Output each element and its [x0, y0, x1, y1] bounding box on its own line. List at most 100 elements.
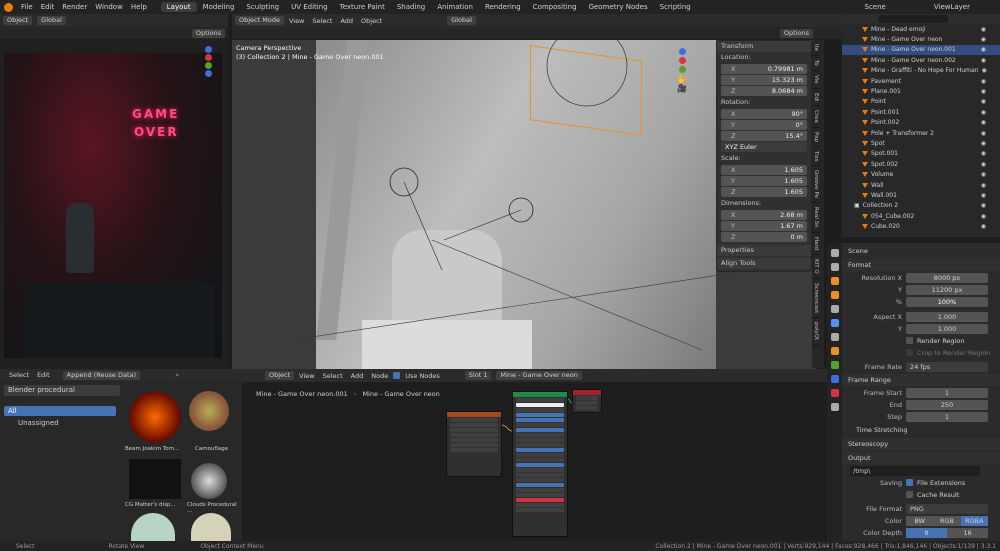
catalog-all[interactable]: All [4, 406, 116, 416]
format-panel-header[interactable]: Format [842, 259, 1000, 271]
outliner-item[interactable]: Volume ◉ [842, 169, 1000, 179]
transform-header[interactable]: Transform [717, 41, 811, 52]
view-layer-selector[interactable]: ViewLayer [934, 3, 970, 11]
outliner-item[interactable]: Spot ◉ [842, 138, 1000, 148]
visibility-eye-icon[interactable]: ◉ [981, 150, 986, 157]
visibility-eye-icon[interactable]: ◉ [981, 182, 986, 189]
asset-search-icon[interactable]: ⌕ [175, 371, 179, 380]
visibility-eye-icon[interactable]: ◉ [982, 67, 987, 74]
viewport-menu-add[interactable]: Add [340, 17, 353, 25]
sidebar-tab[interactable]: To [812, 56, 820, 71]
menu-edit[interactable]: Edit [41, 3, 55, 11]
asset-menu-select[interactable]: Select [9, 371, 29, 379]
outliner-item[interactable]: Mine - Graffiti - No Hope For Human ◉ [842, 66, 1000, 76]
crop-region-checkbox[interactable] [906, 349, 913, 356]
sidebar-tab[interactable]: Real Sn [812, 203, 820, 233]
sidebar-tab[interactable]: Pap [812, 128, 820, 147]
res-x-field[interactable]: 8000 px [906, 272, 988, 283]
frame-range-panel-header[interactable]: Frame Range [842, 374, 1000, 386]
outliner-item[interactable]: 054_Cube.002 ◉ [842, 211, 1000, 221]
location-y-field[interactable]: Y 15.323 m [721, 75, 807, 85]
location-x-field[interactable]: X 0.79981 m [721, 64, 807, 74]
shader-node-editor[interactable]: Object View Select Add Node Use Nodes Slot … [242, 369, 827, 541]
properties-tab-icon[interactable] [830, 263, 839, 271]
menu-help[interactable]: Help [131, 3, 147, 11]
visibility-eye-icon[interactable]: ◉ [981, 57, 986, 64]
sidebar-tab[interactable]: Tiss [812, 147, 820, 167]
outliner-item[interactable]: Mine - Game Over neon ◉ [842, 34, 1000, 44]
outliner-item[interactable]: Pavement ◉ [842, 76, 1000, 86]
sidebar-tab[interactable]: Ite [812, 40, 820, 57]
scale-y-field[interactable]: Y 1.605 [721, 176, 807, 186]
asset-thumb-cgmatter[interactable] [129, 459, 181, 499]
properties-tab-icon[interactable] [830, 375, 839, 383]
visibility-eye-icon[interactable]: ◉ [981, 98, 986, 105]
menu-file[interactable]: File [21, 3, 33, 11]
import-mode-dropdown[interactable]: Append (Reuse Data) [62, 370, 141, 380]
outliner-item[interactable]: Spot.002 ◉ [842, 159, 1000, 169]
outliner-item[interactable]: Mine - Game Over neon.001 ◉ [842, 44, 1000, 56]
visibility-eye-icon[interactable]: ◉ [981, 88, 986, 95]
aspect-x-field[interactable]: 1.000 [906, 311, 988, 322]
dimensions-z-field[interactable]: Z 0 m [721, 232, 807, 242]
color-mode-bw[interactable]: BW [906, 515, 934, 526]
visibility-eye-icon[interactable]: ◉ [981, 119, 986, 126]
tab-modeling[interactable]: Modeling [197, 2, 241, 12]
properties-tab-icon[interactable] [830, 403, 839, 411]
file-extensions-checkbox[interactable] [906, 479, 913, 486]
asset-thumb-camouflage[interactable] [189, 391, 229, 431]
blender-logo-icon[interactable] [4, 2, 13, 12]
tab-compositing[interactable]: Compositing [527, 2, 583, 12]
left-transform-dropdown[interactable]: Global [37, 16, 66, 25]
asset-thumb-clouds[interactable] [191, 463, 227, 499]
visibility-eye-icon[interactable]: ◉ [981, 140, 986, 147]
left-options-button[interactable]: Options [191, 28, 225, 38]
rotation-z-field[interactable]: Z 15.4° [721, 131, 807, 141]
visibility-eye-icon[interactable]: ◉ [981, 26, 986, 33]
visibility-eye-icon[interactable]: ◉ [981, 130, 986, 137]
color-depth-8[interactable]: 8 [906, 527, 947, 538]
frame-step-field[interactable]: 1 [906, 411, 988, 422]
sidebar-tab[interactable]: KIT O [812, 255, 820, 279]
properties-tab-icon[interactable] [830, 305, 839, 313]
frame-end-field[interactable]: 250 [906, 399, 988, 410]
sidebar-tab[interactable]: Crea [812, 106, 820, 128]
left-nav-gizmo[interactable] [202, 45, 214, 85]
frame-start-field[interactable]: 1 [906, 387, 988, 398]
sidebar-tab[interactable]: Edi [812, 89, 820, 107]
outliner-item[interactable]: Mine - Dead emoji ◉ [842, 24, 1000, 34]
align-tools-subpanel[interactable]: Align Tools [717, 258, 811, 269]
location-z-field[interactable]: Z 8.0684 m [721, 86, 807, 96]
properties-tab-icon[interactable] [830, 277, 839, 285]
outliner-search-input[interactable] [878, 15, 948, 23]
asset-menu-edit[interactable]: Edit [37, 371, 50, 379]
color-mode-rgb[interactable]: RGB [933, 515, 961, 526]
tab-animation[interactable]: Animation [431, 2, 479, 12]
properties-tab-icon[interactable] [830, 333, 839, 341]
outliner-item[interactable]: Wall.001 ◉ [842, 190, 1000, 200]
outliner-item[interactable]: Mine - Game Over neon.002 ◉ [842, 55, 1000, 65]
color-depth-16[interactable]: 16 [947, 527, 988, 538]
res-pct-field[interactable]: 100% [906, 296, 988, 307]
outliner-item[interactable]: ▣ Collection 2 ◉ [842, 201, 1000, 211]
color-mode-rgba[interactable]: RGBA [960, 515, 988, 526]
properties-tab-icon[interactable] [830, 291, 839, 299]
output-path-field[interactable]: /tmp\ [850, 465, 980, 476]
rotation-y-field[interactable]: Y 0° [721, 120, 807, 130]
render-region-checkbox[interactable] [906, 337, 913, 344]
sidebar-tab[interactable]: Screencast [812, 279, 820, 318]
visibility-eye-icon[interactable]: ◉ [981, 171, 986, 178]
asset-thumb-5[interactable] [131, 513, 175, 541]
sidebar-tab[interactable]: Hard [812, 233, 820, 255]
time-stretching-panel[interactable]: Time Stretching [842, 424, 1000, 436]
visibility-eye-icon[interactable]: ◉ [981, 192, 986, 199]
rotation-mode-dropdown[interactable]: XYZ Euler [721, 142, 807, 152]
visibility-eye-icon[interactable]: ◉ [981, 78, 986, 85]
viewport-menu-object[interactable]: Object [361, 17, 382, 25]
viewport-menu-select[interactable]: Select [312, 17, 332, 25]
res-y-field[interactable]: 11200 px [906, 284, 988, 295]
visibility-eye-icon[interactable]: ◉ [981, 213, 986, 220]
scale-z-field[interactable]: Z 1.605 [721, 187, 807, 197]
visibility-eye-icon[interactable]: ◉ [981, 36, 986, 43]
stereoscopy-panel[interactable]: Stereoscopy [842, 438, 1000, 450]
